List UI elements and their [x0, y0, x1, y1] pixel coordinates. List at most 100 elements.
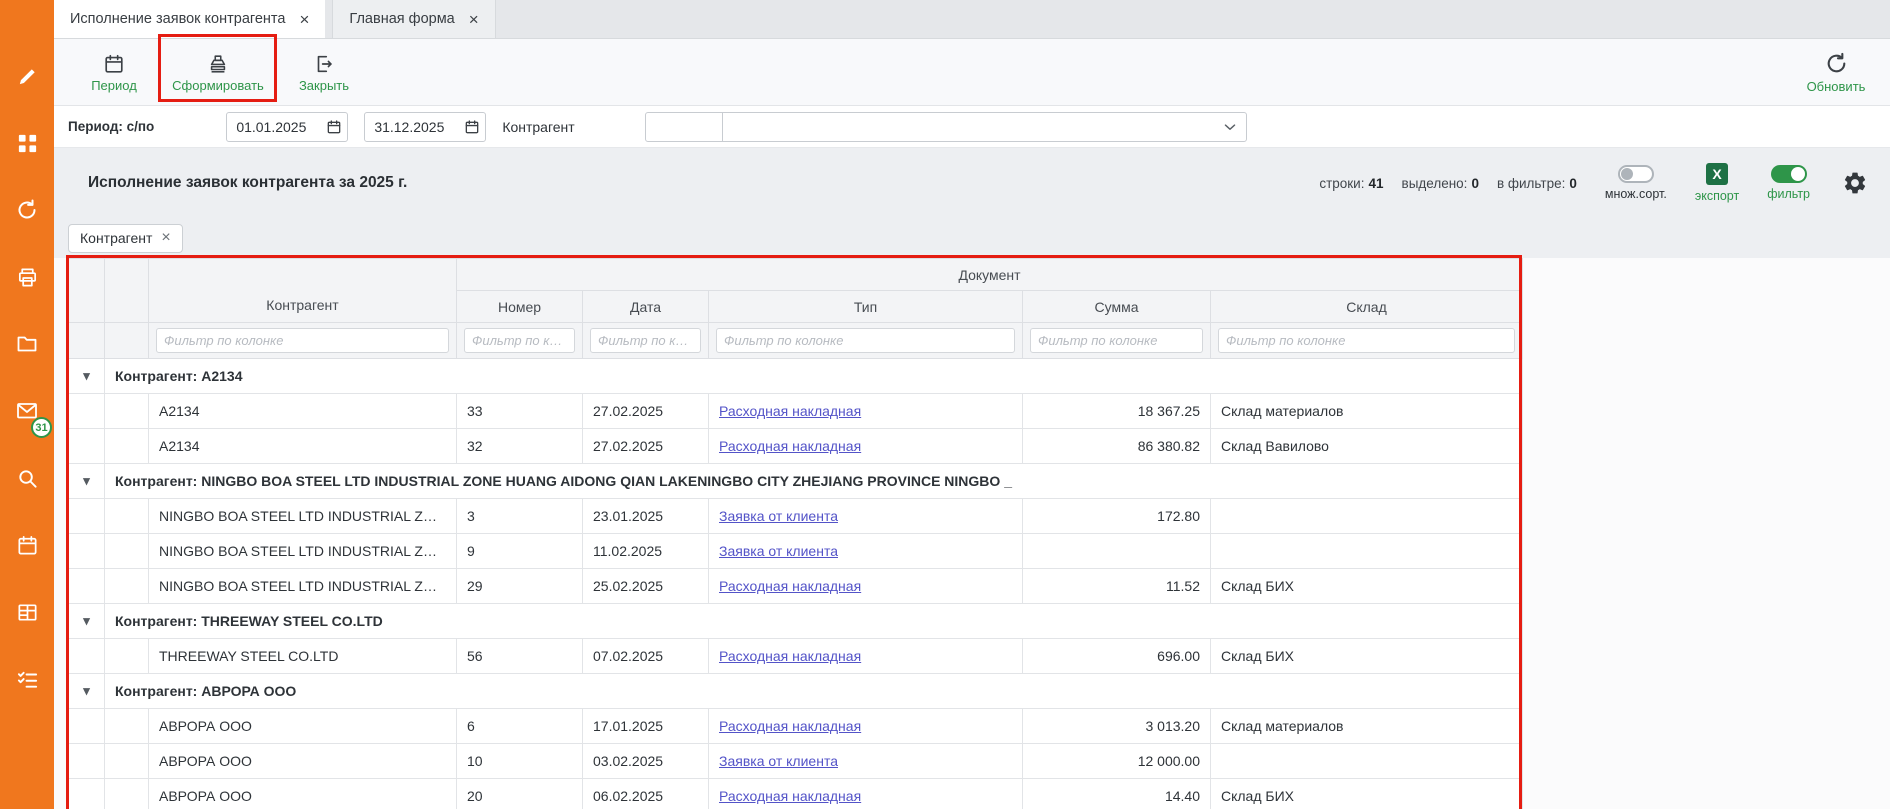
collapse-icon[interactable]: ▾	[83, 683, 90, 698]
period-button-label: Период	[91, 78, 137, 93]
table-row[interactable]: NINGBO BOA STEEL LTD INDUSTRIAL ZONE HUA…	[69, 499, 1523, 534]
contractor-label: Контрагент	[502, 119, 574, 135]
refresh-button[interactable]: Обновить	[1790, 44, 1882, 101]
cell-expander	[69, 429, 105, 464]
app-window: 31 Исполнение заявок контрагента × Главн…	[0, 0, 1890, 809]
tab-main-form[interactable]: Главная форма ×	[332, 0, 495, 38]
doc-type-link[interactable]: Расходная накладная	[719, 718, 861, 734]
table-row[interactable]: NINGBO BOA STEEL LTD INDUSTRIAL ZONE HUA…	[69, 569, 1523, 604]
refresh-icon	[1824, 51, 1849, 76]
generate-button[interactable]: Сформировать	[162, 44, 274, 101]
cell-expander	[69, 639, 105, 674]
cell-date: 27.02.2025	[583, 394, 709, 429]
doc-type-link[interactable]: Расходная накладная	[719, 403, 861, 419]
collapse-icon[interactable]: ▾	[83, 368, 90, 383]
edit-icon[interactable]	[7, 56, 47, 96]
doc-type-link[interactable]: Расходная накладная	[719, 578, 861, 594]
toggle-off-icon[interactable]	[1618, 165, 1654, 183]
cell-expander	[69, 744, 105, 779]
checklist-icon[interactable]	[7, 659, 47, 699]
toggle-on-icon[interactable]	[1771, 165, 1807, 183]
contractor-select[interactable]	[722, 112, 1247, 142]
date-to-input[interactable]	[364, 112, 486, 142]
gear-icon[interactable]	[1842, 170, 1868, 196]
filter-input-sum[interactable]	[1030, 328, 1203, 353]
cell-sum: 3 013.20	[1023, 709, 1211, 744]
contractor-code-input[interactable]	[645, 112, 723, 142]
table-row[interactable]: АВРОРА ООО1003.02.2025Заявка от клиента1…	[69, 744, 1523, 779]
mail-icon[interactable]: 31	[7, 391, 47, 431]
col-header-date[interactable]: Дата	[583, 291, 709, 323]
table-row[interactable]: АВРОРА ООО617.01.2025Расходная накладная…	[69, 709, 1523, 744]
toolbar: Период Сформировать Закрыть Обновить	[54, 39, 1890, 106]
table-row[interactable]: NINGBO BOA STEEL LTD INDUSTRIAL ZONE HUA…	[69, 534, 1523, 569]
date-to-wrap	[364, 112, 486, 142]
filter-toggle[interactable]: фильтр	[1767, 165, 1810, 201]
cell-expander	[69, 569, 105, 604]
sync-icon[interactable]	[7, 190, 47, 230]
collapse-icon[interactable]: ▾	[83, 473, 90, 488]
filter-input-contractor[interactable]	[156, 328, 449, 353]
cell-contractor: АВРОРА ООО	[149, 709, 457, 744]
cell-number: 32	[457, 429, 583, 464]
cell-doc-type: Заявка от клиента	[709, 499, 1023, 534]
cell-expander	[69, 499, 105, 534]
printer-icon[interactable]	[7, 257, 47, 297]
cell-contractor: А2134	[149, 429, 457, 464]
tab-close-icon[interactable]: ×	[469, 11, 479, 28]
board-icon[interactable]	[7, 592, 47, 632]
cell-spacer	[105, 534, 149, 569]
doc-type-link[interactable]: Заявка от клиента	[719, 508, 838, 524]
filter-input-number[interactable]	[464, 328, 575, 353]
cell-spacer	[105, 394, 149, 429]
filter-input-type[interactable]	[716, 328, 1015, 353]
filter-input-date[interactable]	[590, 328, 701, 353]
col-header-warehouse[interactable]: Склад	[1211, 291, 1523, 323]
col-header-number[interactable]: Номер	[457, 291, 583, 323]
collapse-icon[interactable]: ▾	[83, 613, 90, 628]
export-button[interactable]: X экспорт	[1695, 163, 1739, 203]
cell-contractor: А2134	[149, 394, 457, 429]
tab-label: Главная форма	[349, 11, 454, 27]
cell-doc-type: Расходная накладная	[709, 429, 1023, 464]
excel-icon[interactable]: X	[1706, 163, 1728, 185]
cell-expander	[69, 394, 105, 429]
doc-type-link[interactable]: Расходная накладная	[719, 438, 861, 454]
filter-cell-spacer	[105, 323, 149, 359]
exit-icon	[313, 53, 335, 75]
doc-type-link[interactable]: Заявка от клиента	[719, 753, 838, 769]
folder-icon[interactable]	[7, 324, 47, 364]
chip-close-icon[interactable]: ×	[161, 230, 170, 246]
tab-close-icon[interactable]: ×	[299, 11, 309, 28]
multisort-toggle[interactable]: множ.сорт.	[1605, 165, 1667, 201]
tab-bar: Исполнение заявок контрагента × Главная …	[54, 0, 1890, 39]
rows-count-label: строки:	[1319, 176, 1364, 191]
filter-input-warehouse[interactable]	[1218, 328, 1515, 353]
close-button[interactable]: Закрыть	[288, 44, 360, 101]
search-icon[interactable]	[7, 458, 47, 498]
doc-type-link[interactable]: Заявка от клиента	[719, 543, 838, 559]
tab-report[interactable]: Исполнение заявок контрагента ×	[54, 0, 325, 38]
doc-group-header: Документ	[457, 259, 1523, 291]
date-from-input[interactable]	[226, 112, 348, 142]
cell-number: 10	[457, 744, 583, 779]
col-header-sum[interactable]: Сумма	[1023, 291, 1211, 323]
filtered-count-label: в фильтре:	[1497, 176, 1565, 191]
apps-grid-icon[interactable]	[7, 123, 47, 163]
table-row[interactable]: А21343327.02.2025Расходная накладная18 3…	[69, 394, 1523, 429]
table-row[interactable]: А21343227.02.2025Расходная накладная86 3…	[69, 429, 1523, 464]
doc-type-link[interactable]: Расходная накладная	[719, 788, 861, 804]
cell-number: 9	[457, 534, 583, 569]
col-header-contractor[interactable]: Контрагент	[149, 259, 457, 323]
refresh-button-label: Обновить	[1807, 79, 1866, 94]
col-header-type[interactable]: Тип	[709, 291, 1023, 323]
table-row[interactable]: THREEWAY STEEL CO.LTD5607.02.2025Расходн…	[69, 639, 1523, 674]
cell-expander	[69, 709, 105, 744]
cell-warehouse: Склад БИХ	[1211, 779, 1523, 809]
calendar-icon[interactable]	[7, 525, 47, 565]
cell-contractor: THREEWAY STEEL CO.LTD	[149, 639, 457, 674]
period-button[interactable]: Период	[78, 44, 150, 101]
contractor-filter-chip[interactable]: Контрагент ×	[68, 224, 183, 253]
doc-type-link[interactable]: Расходная накладная	[719, 648, 861, 664]
table-row[interactable]: АВРОРА ООО2006.02.2025Расходная накладна…	[69, 779, 1523, 809]
